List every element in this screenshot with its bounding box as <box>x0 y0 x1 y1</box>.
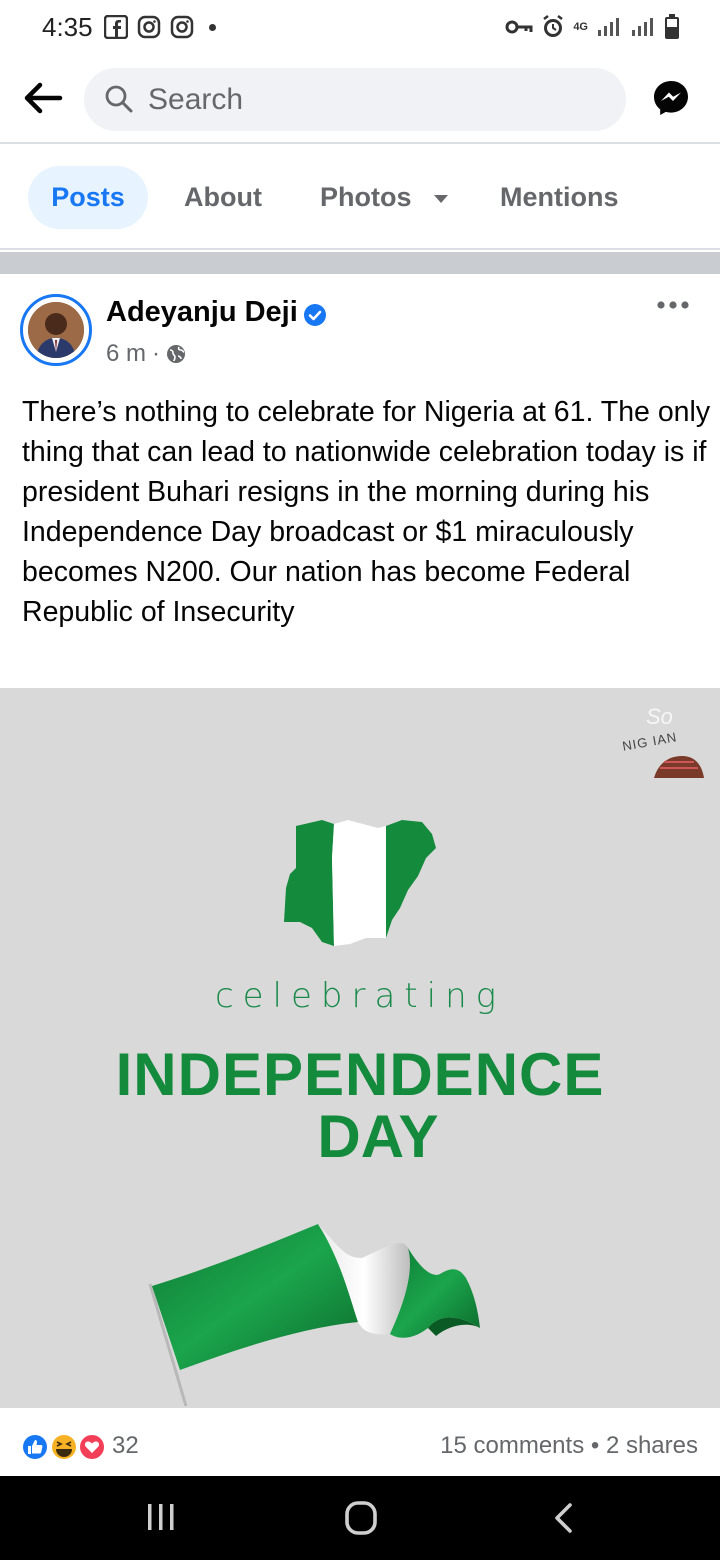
system-nav-bar <box>0 1476 720 1560</box>
recent-apps-icon[interactable] <box>146 1501 176 1533</box>
post-time[interactable]: 6 m <box>106 340 146 368</box>
system-icons: 4G <box>505 14 680 40</box>
signal-icon <box>598 18 619 36</box>
network-type: 4G <box>573 21 588 33</box>
haha-reaction-icon <box>50 1433 78 1461</box>
key-icon <box>505 20 533 34</box>
tab-photos-label: Photos <box>320 182 412 212</box>
post-text: There’s nothing to celebrate for Nigeria… <box>22 396 711 628</box>
notification-dot <box>209 23 216 31</box>
avatar[interactable] <box>20 294 92 366</box>
more-icon[interactable] <box>656 298 690 312</box>
post-image[interactable]: So NIG IAN celebrating INDEPENDENCE DAY <box>0 688 720 1408</box>
reactions-bar: 32 15 comments • 2 shares <box>0 1408 720 1476</box>
alarm-icon <box>543 15 564 37</box>
chevron-down-icon <box>434 194 449 203</box>
image-subtitle: celebrating <box>214 976 506 1016</box>
reaction-count[interactable]: 32 <box>112 1432 139 1460</box>
nav-back-icon[interactable] <box>552 1502 574 1534</box>
verified-icon <box>304 304 326 326</box>
image-title: INDEPENDENCE <box>115 1041 605 1108</box>
profile-tabs: Posts About Photos Mentions <box>0 146 720 250</box>
globe-icon <box>167 345 186 363</box>
watermark-figure <box>654 756 704 778</box>
search-icon <box>105 85 133 113</box>
tab-photos[interactable]: Photos <box>320 166 449 229</box>
tab-posts[interactable]: Posts <box>28 166 148 229</box>
top-bar: Search <box>0 56 720 144</box>
instagram-icon <box>170 15 194 39</box>
search-input[interactable]: Search <box>148 83 243 117</box>
status-bar: 4:35 4G <box>0 0 720 56</box>
meta-separator: · <box>152 340 161 367</box>
image-title-day: DAY <box>317 1103 439 1170</box>
back-arrow-icon[interactable] <box>20 76 64 120</box>
status-time: 4:35 <box>42 12 93 42</box>
instagram-icon <box>137 15 161 39</box>
tab-mentions[interactable]: Mentions <box>500 166 619 229</box>
comments-shares[interactable]: 15 comments • 2 shares <box>440 1432 698 1460</box>
watermark-nigerian: NIG IAN <box>621 729 679 754</box>
author-name[interactable]: Adeyanju Deji <box>106 296 298 329</box>
nigeria-map <box>284 820 436 946</box>
signal-icon <box>632 18 653 36</box>
love-reaction-icon <box>78 1433 106 1461</box>
facebook-icon <box>104 15 128 39</box>
battery-icon <box>665 14 679 39</box>
post-meta: 6 m · <box>106 340 186 368</box>
messenger-icon[interactable] <box>652 79 690 117</box>
like-reaction-icon <box>21 1433 49 1461</box>
feed-divider <box>0 252 720 274</box>
nigeria-flag <box>148 1224 480 1407</box>
search-bar[interactable]: Search <box>84 68 626 131</box>
notification-icons <box>104 15 216 39</box>
tab-about[interactable]: About <box>184 166 262 229</box>
avatar-photo <box>28 302 84 358</box>
reaction-icons[interactable] <box>20 1432 110 1462</box>
watermark-so: So <box>646 704 673 729</box>
home-icon[interactable] <box>344 1500 378 1536</box>
